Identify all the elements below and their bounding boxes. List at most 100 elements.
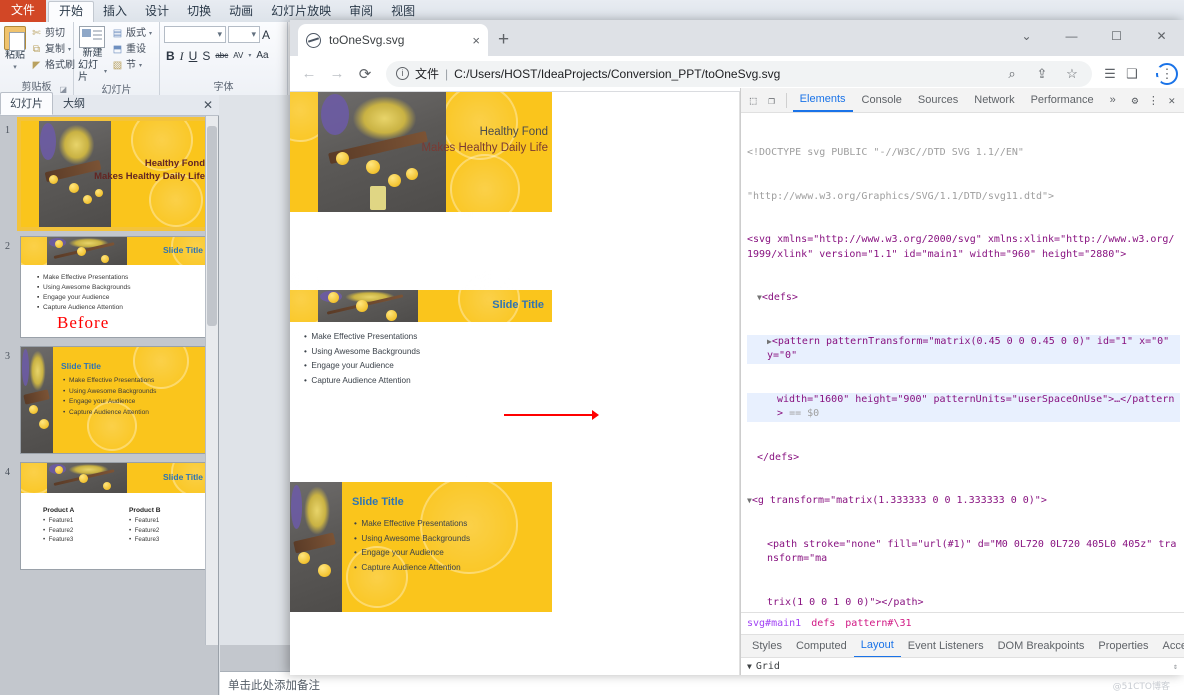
- dom-line-path-2[interactable]: trix(1 0 0 1 0 0)"></path>: [747, 596, 1180, 611]
- kebab-menu-icon[interactable]: ⋮: [1145, 94, 1161, 107]
- dom-line-g-open[interactable]: ▼<g transform="matrix(1.333333 0 0 1.333…: [747, 494, 1180, 509]
- share-icon[interactable]: ⇪: [1032, 66, 1052, 82]
- thumbnail-item[interactable]: 3 Slide Title • Make Effective Presentat…: [0, 342, 218, 458]
- chevron-down-icon[interactable]: ▾: [251, 29, 256, 40]
- thumbnail-slide-4[interactable]: Slide Title Product A • Feature1 • Featu…: [20, 462, 210, 570]
- slide-thumbnail-panel[interactable]: 1 Healthy Fond Makes Healthy Daily Life: [0, 116, 219, 645]
- close-icon[interactable]: ×: [472, 33, 480, 48]
- zoom-search-icon[interactable]: ⌕: [1002, 66, 1022, 82]
- chevron-down-icon[interactable]: ▾: [217, 29, 222, 40]
- ribbon-tab-transitions[interactable]: 切换: [178, 1, 220, 22]
- dom-line-defs-open[interactable]: ▼<defs>: [747, 291, 1180, 306]
- sidebar-tab-computed[interactable]: Computed: [789, 635, 854, 657]
- breadcrumb-svg[interactable]: svg#main1: [747, 618, 801, 629]
- copy-button[interactable]: ⧉ 复制 ▾: [28, 42, 78, 57]
- ribbon-tab-view[interactable]: 视图: [382, 1, 424, 22]
- bookmark-star-icon[interactable]: ☆: [1062, 66, 1082, 82]
- scrollbar-thumb[interactable]: [207, 126, 217, 326]
- font-name-combo[interactable]: ▾: [164, 26, 226, 43]
- reading-list-icon[interactable]: ☰: [1100, 66, 1120, 82]
- thumbnail-item[interactable]: 4 Slide Title Product A • Feature1 • Fea…: [0, 458, 218, 574]
- dom-line-svg-open[interactable]: <svg xmlns="http://www.w3.org/2000/svg" …: [747, 233, 1180, 262]
- format-painter-button[interactable]: ◤ 格式刷: [28, 58, 78, 73]
- dom-line-pattern-2[interactable]: width="1600" height="900" patternUnits="…: [747, 392, 1180, 422]
- tab-search-button[interactable]: ⌄: [1004, 29, 1049, 43]
- resize-handle-icon[interactable]: ⇕: [1173, 662, 1178, 671]
- forward-icon[interactable]: →: [324, 65, 350, 82]
- site-info-icon[interactable]: i: [396, 67, 409, 80]
- devtools-tab-console[interactable]: Console: [855, 89, 909, 111]
- sidebar-tab-properties[interactable]: Properties: [1091, 635, 1155, 657]
- back-icon[interactable]: ←: [296, 65, 322, 82]
- breadcrumb-pattern[interactable]: pattern#\31: [845, 618, 911, 629]
- reload-icon[interactable]: ⟳: [352, 65, 378, 83]
- slide-panel-scrollbar[interactable]: [205, 116, 218, 645]
- paste-button[interactable]: 粘贴 ▾: [4, 24, 26, 74]
- ribbon-tab-file[interactable]: 文件: [0, 0, 47, 22]
- dom-line-path-1[interactable]: <path stroke="none" fill="url(#1)" d="M0…: [747, 538, 1180, 567]
- chevron-down-icon[interactable]: ▾: [104, 66, 107, 78]
- sidebar-tab-styles[interactable]: Styles: [745, 635, 789, 657]
- layout-grid-section[interactable]: ▼ Grid ⇕: [741, 657, 1184, 675]
- device-toolbar-icon[interactable]: ❐: [763, 94, 779, 107]
- ribbon-tab-home[interactable]: 开始: [48, 1, 95, 22]
- dom-line-defs-close[interactable]: </defs>: [747, 451, 1180, 466]
- close-icon[interactable]: ✕: [1164, 94, 1180, 107]
- ribbon-tab-slideshow[interactable]: 幻灯片放映: [262, 1, 340, 22]
- sidebar-tab-dom-breakpoints[interactable]: DOM Breakpoints: [991, 635, 1092, 657]
- minimize-button[interactable]: —: [1049, 29, 1094, 43]
- devtools-tab-sources[interactable]: Sources: [911, 89, 965, 111]
- thumbnail-item[interactable]: 1 Healthy Fond Makes Healthy Daily Life: [0, 116, 218, 232]
- ribbon-tab-design[interactable]: 设计: [136, 1, 178, 22]
- tab-outline[interactable]: 大纲: [53, 92, 95, 115]
- thumbnail-item[interactable]: 2 Slide Title ▪ Make Effective Presentat…: [0, 232, 218, 342]
- gear-icon[interactable]: ⚙: [1127, 94, 1143, 107]
- chevron-down-icon[interactable]: ▾: [246, 48, 253, 64]
- chevron-down-icon[interactable]: ▼: [747, 662, 752, 671]
- maximize-button[interactable]: ☐: [1094, 29, 1139, 43]
- thumbnail-slide-3[interactable]: Slide Title • Make Effective Presentatio…: [20, 346, 210, 454]
- section-button[interactable]: ▧ 节 ▾: [109, 58, 155, 73]
- chevron-down-icon[interactable]: ▾: [68, 43, 71, 57]
- chevron-down-icon[interactable]: ▾: [139, 59, 142, 73]
- browser-tab[interactable]: toOneSvg.svg ×: [298, 24, 488, 56]
- change-case-button[interactable]: Aa: [254, 48, 270, 64]
- tab-slides[interactable]: 幻灯片: [0, 92, 53, 115]
- devtools-tab-performance[interactable]: Performance: [1024, 89, 1101, 111]
- side-panel-icon[interactable]: ❑: [1122, 66, 1142, 82]
- ribbon-tab-animations[interactable]: 动画: [220, 1, 262, 22]
- ribbon-tab-insert[interactable]: 插入: [94, 1, 136, 22]
- character-spacing-button[interactable]: AV: [231, 48, 245, 64]
- font-size-combo[interactable]: ▾: [228, 26, 260, 43]
- underline-button[interactable]: U: [187, 48, 200, 64]
- bold-button[interactable]: B: [164, 48, 177, 64]
- close-icon[interactable]: ✕: [203, 98, 213, 112]
- close-window-button[interactable]: ✕: [1139, 29, 1184, 43]
- strikethrough-button[interactable]: abc: [213, 48, 230, 64]
- devtools-tab-elements[interactable]: Elements: [792, 88, 853, 112]
- address-bar[interactable]: i 文件 | C:/Users/HOST/IdeaProjects/Conver…: [386, 60, 1092, 87]
- grow-font-button[interactable]: A: [262, 28, 270, 42]
- thumbnail-slide-2[interactable]: Slide Title ▪ Make Effective Presentatio…: [20, 236, 210, 338]
- new-slide-icon: [79, 26, 106, 48]
- devtools-overflow-icon[interactable]: »: [1103, 89, 1123, 111]
- sidebar-tab-event-listeners[interactable]: Event Listeners: [901, 635, 991, 657]
- sidebar-tab-accessibility[interactable]: Accessibility: [1156, 635, 1184, 657]
- shadow-button[interactable]: S: [200, 48, 212, 64]
- devtools-tab-network[interactable]: Network: [967, 89, 1021, 111]
- chevron-down-icon[interactable]: ▾: [149, 27, 152, 41]
- layout-button[interactable]: ▤ 版式 ▾: [109, 26, 155, 41]
- italic-button[interactable]: I: [178, 48, 186, 64]
- ribbon-tab-review[interactable]: 审阅: [340, 1, 382, 22]
- thumbnail-slide-1[interactable]: Healthy Fond Makes Healthy Daily Life: [17, 117, 213, 231]
- dom-tree[interactable]: <!DOCTYPE svg PUBLIC "-//W3C//DTD SVG 1.…: [741, 113, 1184, 612]
- inspect-element-icon[interactable]: ⬚: [745, 94, 761, 107]
- reset-button[interactable]: ⬒ 重设: [109, 42, 155, 57]
- breadcrumb-defs[interactable]: defs: [811, 618, 835, 629]
- cut-button[interactable]: ✄ 剪切: [28, 26, 78, 41]
- chevron-down-icon[interactable]: ▾: [13, 62, 17, 74]
- sidebar-tab-layout[interactable]: Layout: [853, 634, 901, 658]
- dom-line-pattern-1[interactable]: ▶<pattern patternTransform="matrix(0.45 …: [747, 334, 1180, 364]
- new-tab-button[interactable]: +: [498, 29, 509, 51]
- new-slide-button[interactable]: 新建 幻灯片 ▾: [78, 24, 107, 84]
